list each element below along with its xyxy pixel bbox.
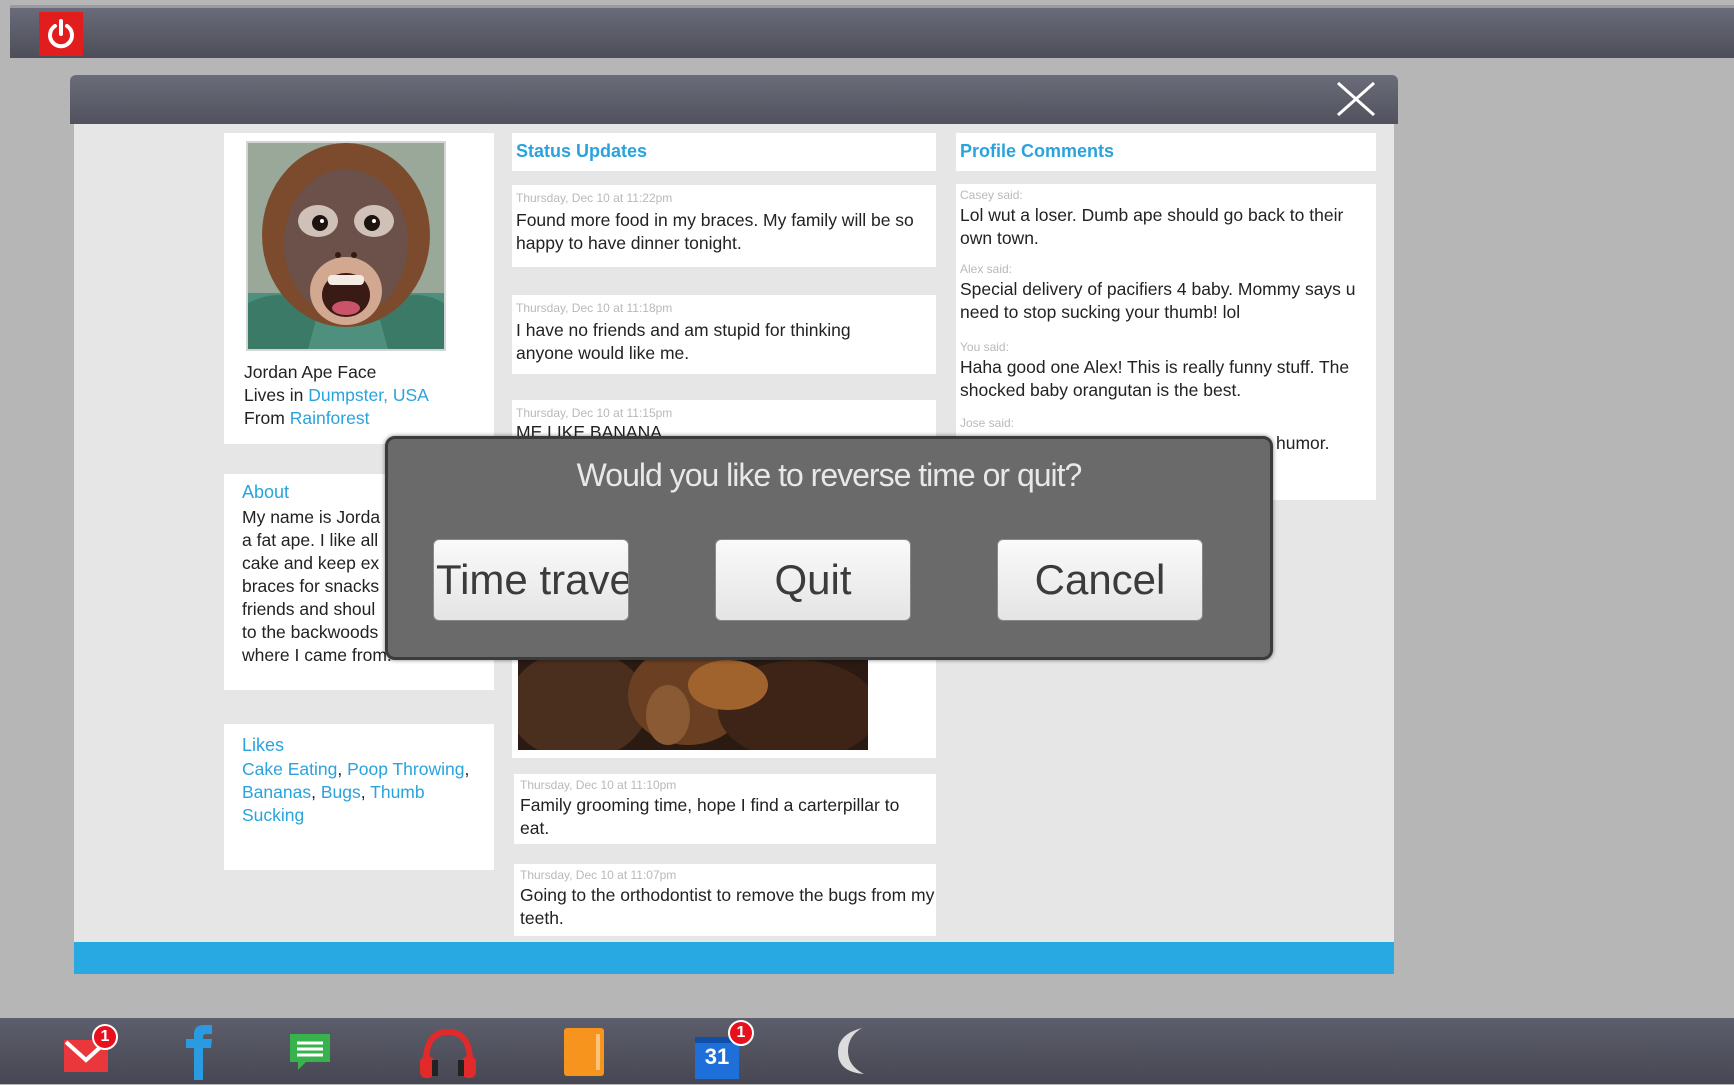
notebook-icon	[564, 1028, 604, 1076]
about-line: braces for snacks	[242, 576, 380, 596]
about-line: My name is Jorda	[242, 507, 381, 527]
calendar-day: 31	[704, 1044, 730, 1069]
comment-author: You said:	[960, 340, 1009, 354]
comments-heading: Profile Comments	[960, 141, 1115, 161]
profile-info: Jordan Ape Face Lives in Dumpster, USA F…	[244, 361, 484, 430]
post-timestamp: Thursday, Dec 10 at 11:07pm	[520, 868, 677, 882]
close-icon	[1337, 81, 1375, 117]
likes-heading: Likes	[242, 735, 285, 755]
calendar-app[interactable]: 31 1	[694, 1020, 754, 1080]
mail-badge: 1	[92, 1024, 118, 1050]
facebook-icon	[186, 1025, 212, 1080]
comments-header: Profile Comments	[956, 133, 1376, 171]
status-header: Status Updates	[512, 133, 936, 171]
like-separator: ,	[464, 759, 470, 779]
status-post: Thursday, Dec 10 at 11:18pm I have no fr…	[512, 295, 936, 374]
chat-icon	[290, 1034, 330, 1070]
profile-photo[interactable]	[246, 141, 446, 351]
from-label: From	[244, 408, 290, 428]
calendar-badge: 1	[728, 1020, 754, 1046]
comment-text: Special delivery of pacifiers 4 baby. Mo…	[960, 279, 1356, 322]
comment-text: Haha good one Alex! This is really funny…	[960, 357, 1350, 400]
likes-list: Cake Eating, Poop Throwing, Bananas, Bug…	[242, 758, 482, 827]
comment-text: Lol wut a loser. Dumb ape should go back…	[960, 205, 1344, 248]
lives-link[interactable]: Dumpster, USA	[308, 385, 429, 405]
lives-label: Lives in	[244, 385, 309, 405]
headphones-icon	[420, 1028, 476, 1078]
like-item[interactable]: Bananas	[242, 782, 311, 802]
power-icon	[48, 19, 74, 49]
status-post: Thursday, Dec 10 at 11:07pm Going to the…	[514, 864, 936, 936]
window-title-bar	[70, 75, 1398, 124]
cancel-button[interactable]: Cancel	[997, 539, 1203, 621]
notes-app[interactable]	[562, 1026, 606, 1078]
power-button[interactable]	[39, 12, 83, 56]
comment: Alex said: Special delivery of pacifiers…	[960, 262, 1372, 324]
comment: Casey said: Lol wut a loser. Dumb ape sh…	[960, 188, 1372, 250]
page-footer-bar	[74, 942, 1394, 974]
close-window-button[interactable]	[1334, 80, 1378, 118]
mail-app[interactable]: 1	[62, 1024, 118, 1074]
post-text: Found more food in my braces. My family …	[516, 210, 914, 253]
post-text: I have no friends and am stupid for thin…	[516, 320, 851, 363]
dialog-title: Would you like to reverse time or quit?	[576, 457, 1083, 493]
like-item[interactable]: Poop Throwing	[347, 759, 464, 779]
comment: You said: Haha good one Alex! This is re…	[960, 340, 1372, 402]
about-line: friends and shoul	[242, 599, 376, 619]
about-text: My name is Jorda a fat ape. I like all c…	[242, 506, 392, 667]
moon-icon	[838, 1028, 864, 1074]
post-photo[interactable]	[518, 655, 868, 750]
likes-card: Likes Cake Eating, Poop Throwing, Banana…	[224, 724, 494, 870]
music-app[interactable]	[418, 1026, 478, 1080]
sleep-app[interactable]	[834, 1026, 874, 1076]
profile-name: Jordan Ape Face	[244, 362, 377, 382]
time-travel-button[interactable]: Time travel	[433, 539, 629, 621]
orangutan-photo-icon	[248, 143, 444, 349]
post-timestamp: Thursday, Dec 10 at 11:15pm	[516, 406, 673, 420]
orangutan-family-photo-icon	[518, 655, 868, 750]
about-line: to the backwoods	[242, 622, 379, 642]
status-heading: Status Updates	[516, 141, 648, 161]
comment-author: Alex said:	[960, 262, 1013, 276]
post-text: Family grooming time, hope I find a cart…	[520, 795, 900, 838]
profile-card: Jordan Ape Face Lives in Dumpster, USA F…	[224, 133, 494, 444]
comment-author: Jose said:	[960, 416, 1015, 430]
status-post: Thursday, Dec 10 at 11:10pm Family groom…	[514, 774, 936, 844]
from-link[interactable]: Rainforest	[290, 408, 370, 428]
post-timestamp: Thursday, Dec 10 at 11:18pm	[516, 301, 673, 315]
comment-author: Casey said:	[960, 188, 1023, 202]
like-item[interactable]: Bugs	[321, 782, 361, 802]
about-heading: About	[242, 482, 290, 502]
like-separator: ,	[337, 759, 348, 779]
status-post: Thursday, Dec 10 at 11:22pm Found more f…	[512, 185, 936, 267]
messages-app[interactable]	[288, 1032, 332, 1072]
about-line: cake and keep ex	[242, 553, 380, 573]
quit-button[interactable]: Quit	[715, 539, 911, 621]
post-timestamp: Thursday, Dec 10 at 11:22pm	[516, 191, 673, 205]
post-text: Going to the orthodontist to remove the …	[520, 885, 935, 928]
top-bar	[10, 5, 1734, 58]
like-separator: ,	[360, 782, 371, 802]
about-line: where I came from.	[242, 645, 392, 665]
time-travel-dialog: Would you like to reverse time or quit? …	[385, 436, 1273, 660]
facebook-app[interactable]	[184, 1024, 214, 1080]
about-line: a fat ape. I like all	[242, 530, 379, 550]
post-timestamp: Thursday, Dec 10 at 11:10pm	[520, 778, 677, 792]
like-separator: ,	[311, 782, 321, 802]
like-item[interactable]: Cake Eating	[242, 759, 337, 779]
